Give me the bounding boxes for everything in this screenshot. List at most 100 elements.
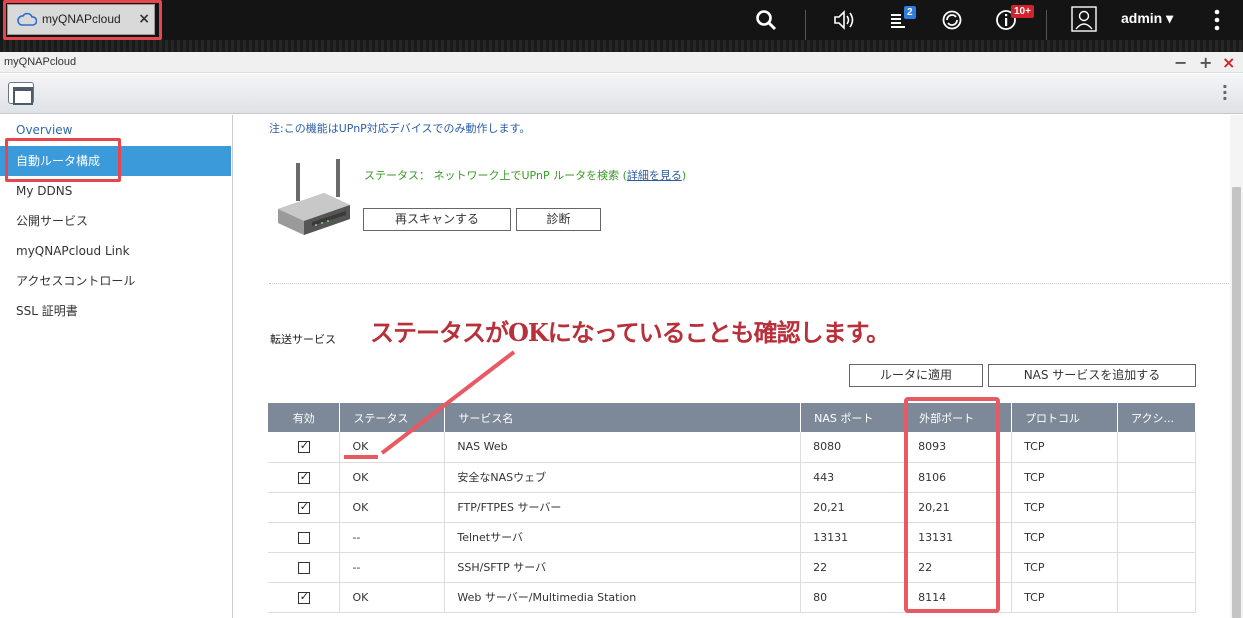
- external-port-cell: 8106: [905, 462, 1013, 493]
- window-titlebar: myQNAPcloud − + ×: [0, 52, 1243, 73]
- more-options-icon[interactable]: · · ·: [1222, 79, 1228, 107]
- sidebar-item-access-control[interactable]: アクセスコントロール: [0, 266, 231, 296]
- checkbox[interactable]: [297, 500, 310, 514]
- scrollbar-thumb[interactable]: [1232, 187, 1241, 618]
- annotation-highlight-sidebar: [5, 138, 121, 182]
- external-port-cell: 13131: [905, 522, 1013, 553]
- checkbox[interactable]: [297, 561, 310, 574]
- status-cell: OK: [339, 462, 446, 493]
- window-title: myQNAPcloud: [4, 56, 77, 68]
- volume-icon[interactable]: [832, 8, 856, 32]
- service-name-cell: 安全なNASウェブ: [444, 462, 802, 493]
- service-name-cell: FTP/FTPES サーバー: [444, 492, 802, 523]
- nas-port-cell: 22: [800, 552, 907, 583]
- apply-to-router-button[interactable]: ルータに適用: [849, 364, 983, 387]
- enable-checkbox[interactable]: [268, 432, 341, 463]
- external-port-cell: 8093: [905, 432, 1013, 463]
- col-nas-port[interactable]: NAS ポート: [800, 403, 907, 432]
- table-row[interactable]: OKNAS Web80808093TCP: [268, 432, 1196, 463]
- router-icon: [278, 159, 350, 235]
- checkbox[interactable]: [297, 439, 310, 454]
- notification-badge: 2: [904, 6, 916, 19]
- protocol-cell: TCP: [1011, 462, 1118, 493]
- col-enabled[interactable]: 有効: [268, 403, 341, 432]
- checkbox[interactable]: [297, 470, 310, 484]
- user-avatar-icon[interactable]: [1071, 6, 1097, 32]
- col-external-port[interactable]: 外部ポート: [905, 403, 1013, 432]
- user-menu[interactable]: admin ▾: [1121, 10, 1173, 27]
- nas-port-cell: 80: [800, 582, 907, 613]
- sidebar: Overview 自動ルータ構成 My DDNS 公開サービス myQNAPcl…: [0, 115, 233, 618]
- forwarding-services-table: 有効 ステータス サービス名 NAS ポート 外部ポート プロトコル アクシ..…: [268, 403, 1196, 613]
- table-row[interactable]: OKFTP/FTPES サーバー20,2120,21TCP: [268, 492, 1196, 523]
- table-row[interactable]: -- Telnetサーバ 13131 13131 TCP: [268, 522, 1196, 553]
- table-row[interactable]: -- SSH/SFTP サーバ 22 22 TCP: [268, 552, 1196, 583]
- status-cell: OK: [339, 492, 446, 523]
- col-action[interactable]: アクシ...: [1117, 403, 1196, 432]
- forwarding-services-label: 転送サービス: [270, 333, 336, 346]
- status-cell: --: [339, 522, 446, 553]
- toolbar-separator: [805, 10, 806, 40]
- protocol-cell: TCP: [1011, 552, 1118, 583]
- enable-checkbox[interactable]: [268, 462, 341, 493]
- table-row[interactable]: OKWeb サーバー/Multimedia Station808114TCP: [268, 582, 1196, 613]
- more-menu-icon[interactable]: [1205, 8, 1229, 32]
- action-cell: [1117, 552, 1196, 583]
- sidebar-item-cloud-link[interactable]: myQNAPcloud Link: [0, 236, 231, 266]
- nas-port-cell: 20,21: [800, 492, 907, 523]
- sidebar-item-published-services[interactable]: 公開サービス: [0, 206, 231, 236]
- nas-port-cell: 13131: [800, 522, 907, 553]
- content-scrollbar[interactable]: [1230, 115, 1243, 618]
- section-divider: [269, 283, 1229, 284]
- status-prefix: ステータス：: [364, 169, 430, 182]
- search-icon[interactable]: [754, 8, 778, 32]
- nas-port-cell: 443: [800, 462, 907, 493]
- upnp-note: 注:この機能はUPnP対応デバイスでのみ動作します。: [269, 122, 531, 135]
- service-name-cell: NAS Web: [444, 432, 802, 463]
- table-header-row: 有効 ステータス サービス名 NAS ポート 外部ポート プロトコル アクシ..…: [268, 403, 1196, 432]
- detail-link[interactable]: 詳細を見る: [627, 169, 682, 182]
- sidebar-item-ssl-cert[interactable]: SSL 証明書: [0, 296, 231, 326]
- external-port-cell: 8114: [905, 582, 1013, 613]
- col-status[interactable]: ステータス: [339, 403, 446, 432]
- status-text: ネットワーク上でUPnP ルータを検索: [433, 169, 620, 182]
- col-protocol[interactable]: プロトコル: [1011, 403, 1118, 432]
- service-name-cell: SSH/SFTP サーバ: [444, 552, 802, 583]
- enable-checkbox[interactable]: [268, 522, 341, 553]
- protocol-cell: TCP: [1011, 492, 1118, 523]
- rescan-button[interactable]: 再スキャンする: [363, 208, 511, 231]
- protocol-cell: TCP: [1011, 582, 1118, 613]
- col-service-name[interactable]: サービス名: [444, 403, 802, 432]
- annotation-text: ステータスがOKになっていることも確認します。: [370, 318, 890, 347]
- service-name-cell: Telnetサーバ: [444, 522, 802, 553]
- sync-icon[interactable]: [940, 8, 964, 32]
- action-cell: [1117, 462, 1196, 493]
- app-toolbar: · · ·: [0, 74, 1243, 114]
- toolbar-separator: [1046, 10, 1047, 40]
- action-cell: [1117, 582, 1196, 613]
- minimize-icon[interactable]: −: [1174, 53, 1187, 72]
- action-cell: [1117, 492, 1196, 523]
- add-nas-service-button[interactable]: NAS サービスを追加する: [988, 364, 1196, 387]
- external-port-cell: 20,21: [905, 492, 1013, 523]
- maximize-icon[interactable]: +: [1199, 53, 1212, 72]
- window-close-icon[interactable]: ×: [1222, 53, 1235, 72]
- layout-toggle-icon[interactable]: [8, 82, 34, 105]
- annotation-highlight-tab: [3, 0, 162, 40]
- enable-checkbox[interactable]: [268, 582, 341, 613]
- protocol-cell: TCP: [1011, 522, 1118, 553]
- router-status: ステータス： ネットワーク上でUPnP ルータを検索 (詳細を見る): [364, 169, 687, 182]
- table-row[interactable]: OK安全なNASウェブ4438106TCP: [268, 462, 1196, 493]
- checkbox[interactable]: [297, 531, 310, 544]
- diagnose-button[interactable]: 診断: [516, 208, 601, 231]
- enable-checkbox[interactable]: [268, 492, 341, 523]
- checkbox[interactable]: [297, 590, 310, 604]
- enable-checkbox[interactable]: [268, 552, 341, 583]
- action-cell: [1117, 522, 1196, 553]
- action-cell: [1117, 432, 1196, 463]
- event-badge: 10+: [1011, 5, 1034, 18]
- protocol-cell: TCP: [1011, 432, 1118, 463]
- status-cell: OK: [339, 432, 446, 463]
- service-name-cell: Web サーバー/Multimedia Station: [444, 582, 802, 613]
- status-cell: --: [339, 552, 446, 583]
